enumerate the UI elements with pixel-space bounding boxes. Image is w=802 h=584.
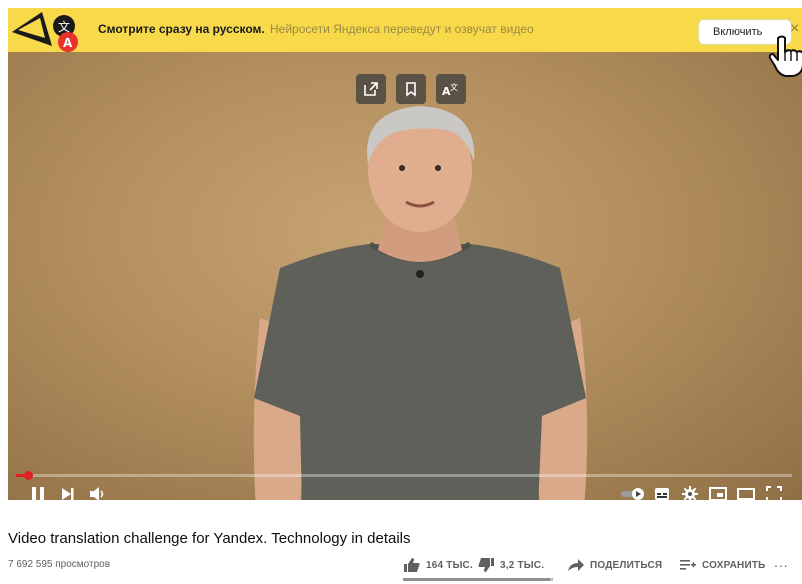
volume-button[interactable] [88,484,108,500]
fullscreen-icon [766,486,782,500]
next-icon [62,488,74,500]
save-button[interactable]: СОХРАНИТЬ [680,556,766,574]
translate-banner: 文 A Смотрите сразу на русском. Нейросети… [8,8,802,52]
progress-scrubber[interactable] [24,471,34,480]
video-player[interactable]: A 文 [8,52,802,500]
share-icon [568,559,584,571]
translate-icon: A 文 [442,82,458,97]
banner-subtitle: Нейросети Яндекса переведут и озвучат ви… [270,22,534,36]
miniplayer-button[interactable] [708,484,728,500]
share-button[interactable]: ПОДЕЛИТЬСЯ [568,556,662,574]
autoplay-toggle-icon [621,488,644,500]
player-frame: 文 A Смотрите сразу на русском. Нейросети… [8,8,802,500]
next-button[interactable] [58,484,78,500]
theater-mode-icon [737,488,755,500]
volume-icon [90,487,104,500]
hand-cursor-icon [768,35,802,77]
svg-text:文: 文 [450,82,458,92]
bookmark-icon [406,82,416,97]
subtitles-button[interactable] [652,484,672,500]
pause-icon [32,487,44,500]
view-count: 7 692 595 просмотров [8,559,111,570]
like-button[interactable]: 164 ТЫС. [404,556,473,574]
banner-title: Смотрите сразу на русском. [98,22,265,36]
more-actions-button[interactable]: ... [774,554,789,570]
subtitles-icon [655,488,669,500]
miniplayer-icon [709,487,727,500]
autoplay-toggle[interactable] [620,484,646,500]
thumbs-up-icon [404,558,420,572]
like-dislike-ratio-bar [403,578,553,581]
open-external-icon [364,82,378,96]
pause-button[interactable] [28,484,48,500]
settings-button[interactable] [680,484,700,500]
video-title: Video translation challenge for Yandex. … [8,530,411,547]
add-to-playlist-icon [680,560,696,570]
yandex-translate-logo-icon: 文 A [12,12,78,52]
progress-bar[interactable] [16,471,792,480]
save-label: СОХРАНИТЬ [702,559,766,571]
share-label: ПОДЕЛИТЬСЯ [590,559,663,571]
dislike-count: 3,2 ТЫС. [500,559,545,571]
fullscreen-button[interactable] [764,484,784,500]
svg-text:文: 文 [58,19,70,34]
like-ratio-fill [403,578,550,581]
dislike-button[interactable]: 3,2 ТЫС. [478,556,544,574]
svg-text:A: A [63,36,73,50]
settings-icon [682,486,698,500]
presenter-figure [253,106,588,500]
thumbs-down-icon [478,558,494,572]
like-count: 164 ТЫС. [426,559,473,571]
theater-mode-button[interactable] [736,484,756,500]
